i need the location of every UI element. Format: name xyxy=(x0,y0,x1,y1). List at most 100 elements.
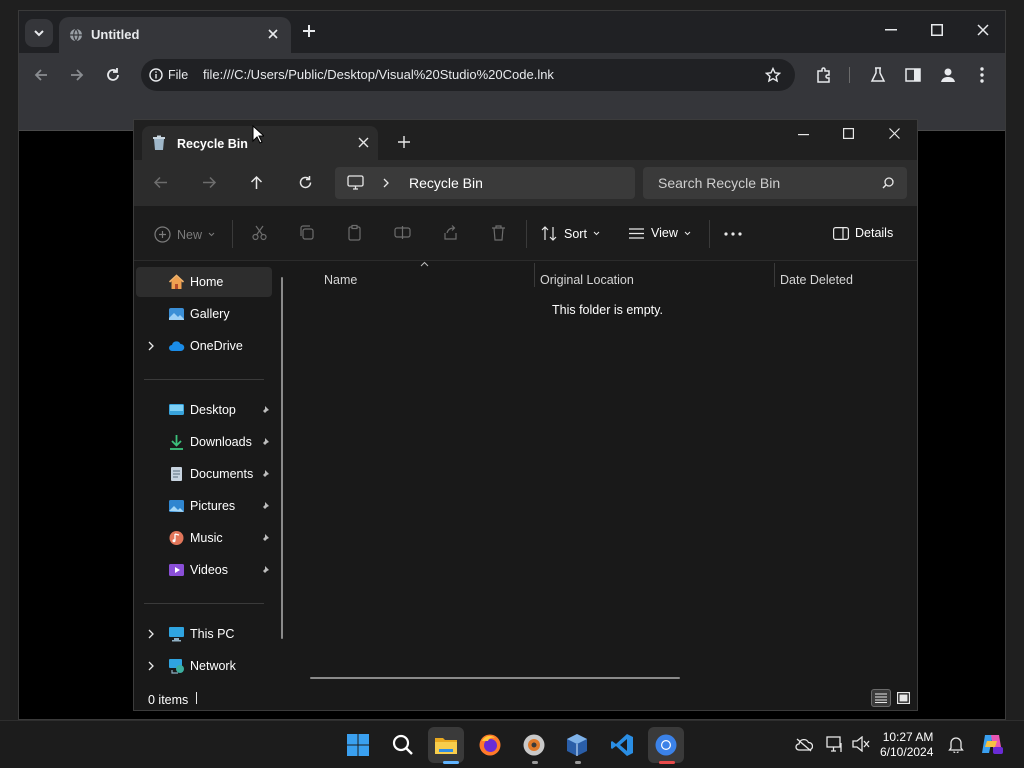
new-tab-icon[interactable] xyxy=(398,136,410,148)
search-input[interactable]: Search Recycle Bin xyxy=(643,167,907,199)
sidebar-item-label: Gallery xyxy=(190,307,230,321)
search-placeholder: Search Recycle Bin xyxy=(658,175,781,191)
up-arrow-icon[interactable] xyxy=(249,175,264,190)
cut-icon[interactable] xyxy=(251,224,268,241)
back-arrow-icon[interactable] xyxy=(153,175,168,190)
rename-icon[interactable] xyxy=(394,224,411,241)
labs-flask-icon[interactable] xyxy=(869,66,887,84)
active-app-indicator xyxy=(443,761,459,764)
nav-scrollbar[interactable] xyxy=(281,277,283,639)
column-header-name[interactable]: Name xyxy=(324,273,357,287)
details-button[interactable]: Details xyxy=(833,226,893,240)
sidebar-item-desktop[interactable]: Desktop xyxy=(136,395,272,425)
url-text[interactable]: file:///C:/Users/Public/Desktop/Visual%2… xyxy=(203,67,554,82)
pin-icon[interactable] xyxy=(260,469,270,479)
sort-arrows-icon xyxy=(541,226,557,241)
column-divider[interactable] xyxy=(774,263,775,287)
sidebar-item-network[interactable]: Network xyxy=(136,651,272,681)
pin-icon[interactable] xyxy=(260,437,270,447)
column-header-original-location[interactable]: Original Location xyxy=(540,273,634,287)
sidebar-item-this-pc[interactable]: This PC xyxy=(136,619,272,649)
sidebar-item-documents[interactable]: Documents xyxy=(136,459,272,489)
bookmark-star-icon[interactable] xyxy=(765,67,781,83)
active-app-indicator xyxy=(659,761,675,764)
command-divider xyxy=(526,220,527,248)
share-icon[interactable] xyxy=(442,224,459,241)
sidebar-item-pictures[interactable]: Pictures xyxy=(136,491,272,521)
close-window-icon[interactable] xyxy=(889,128,900,139)
chevron-right-icon[interactable] xyxy=(148,629,155,639)
breadcrumb[interactable]: Recycle Bin xyxy=(335,167,635,199)
sidebar-item-home[interactable]: Home xyxy=(136,267,272,297)
forward-arrow-icon[interactable] xyxy=(202,175,217,190)
chevron-right-icon[interactable] xyxy=(383,178,390,188)
extensions-icon[interactable] xyxy=(815,66,833,84)
reload-icon[interactable] xyxy=(105,67,121,83)
view-button[interactable]: View xyxy=(628,226,691,240)
forward-arrow-icon[interactable] xyxy=(69,67,85,83)
new-button[interactable]: New xyxy=(154,226,215,243)
tab-search-button[interactable] xyxy=(25,19,53,47)
sidebar-item-music[interactable]: Music xyxy=(136,523,272,553)
details-view-icon xyxy=(875,693,887,703)
sort-ascending-caret-icon xyxy=(420,261,429,267)
pin-icon[interactable] xyxy=(260,405,270,415)
search-icon[interactable] xyxy=(385,727,421,763)
windows-start-icon[interactable] xyxy=(340,727,376,763)
sort-label: Sort xyxy=(564,226,587,241)
notification-bell-icon[interactable] xyxy=(948,736,964,753)
taskbar: 10:27 AM 6/10/2024 xyxy=(0,720,1024,768)
minimize-icon[interactable] xyxy=(798,134,809,136)
breadcrumb-item[interactable]: Recycle Bin xyxy=(409,175,483,191)
close-tab-icon[interactable] xyxy=(267,28,279,40)
paste-icon[interactable] xyxy=(346,224,363,241)
sidebar-item-onedrive[interactable]: OneDrive xyxy=(136,331,272,361)
back-arrow-icon[interactable] xyxy=(33,67,49,83)
volume-muted-icon[interactable] xyxy=(852,736,870,752)
new-tab-icon[interactable] xyxy=(301,23,317,39)
sidebar-item-videos[interactable]: Videos xyxy=(136,555,272,585)
side-panel-icon[interactable] xyxy=(905,67,921,83)
close-tab-icon[interactable] xyxy=(358,137,369,148)
file-explorer-icon[interactable] xyxy=(428,727,464,763)
vscode-icon[interactable] xyxy=(604,727,640,763)
more-horizontal-icon[interactable] xyxy=(724,232,742,236)
large-icons-view-toggle[interactable] xyxy=(894,689,912,707)
chevron-right-icon[interactable] xyxy=(148,341,155,351)
pin-icon[interactable] xyxy=(260,533,270,543)
pin-icon[interactable] xyxy=(260,565,270,575)
refresh-icon[interactable] xyxy=(298,175,313,190)
cloud-offline-icon[interactable] xyxy=(795,738,813,752)
chrome-tab[interactable]: Untitled xyxy=(59,17,291,53)
minimize-icon[interactable] xyxy=(885,29,897,31)
system-clock[interactable]: 10:27 AM 6/10/2024 xyxy=(880,730,933,760)
copy-icon[interactable] xyxy=(298,224,315,241)
sort-button[interactable]: Sort xyxy=(541,226,600,241)
media-player-icon[interactable] xyxy=(516,727,552,763)
firefox-icon[interactable] xyxy=(472,727,508,763)
network-monitor-icon[interactable] xyxy=(826,736,844,753)
sidebar-item-downloads[interactable]: Downloads xyxy=(136,427,272,457)
explorer-address-bar: Recycle Bin Search Recycle Bin xyxy=(134,160,917,206)
chrome-icon[interactable] xyxy=(648,727,684,763)
virtualbox-icon[interactable] xyxy=(559,727,595,763)
more-vertical-icon[interactable] xyxy=(979,66,985,84)
profile-icon[interactable] xyxy=(939,66,957,84)
sidebar-item-label: OneDrive xyxy=(190,339,243,353)
horizontal-scrollbar[interactable] xyxy=(310,677,680,679)
maximize-icon[interactable] xyxy=(931,24,943,36)
sidebar-item-gallery[interactable]: Gallery xyxy=(136,299,272,329)
maximize-icon[interactable] xyxy=(843,128,854,139)
file-list: Name Original Location Date Deleted This… xyxy=(290,261,917,685)
address-bar[interactable]: File file:///C:/Users/Public/Desktop/Vis… xyxy=(141,59,795,91)
site-info-chip[interactable]: File xyxy=(149,63,194,87)
chevron-right-icon[interactable] xyxy=(148,661,155,671)
delete-icon[interactable] xyxy=(490,224,507,241)
copilot-icon[interactable] xyxy=(980,733,1004,755)
pin-icon[interactable] xyxy=(260,501,270,511)
item-count: 0 items xyxy=(148,693,189,707)
column-divider[interactable] xyxy=(534,263,535,287)
column-header-date-deleted[interactable]: Date Deleted xyxy=(780,273,853,287)
details-view-toggle[interactable] xyxy=(871,689,891,707)
close-window-icon[interactable] xyxy=(977,24,989,36)
